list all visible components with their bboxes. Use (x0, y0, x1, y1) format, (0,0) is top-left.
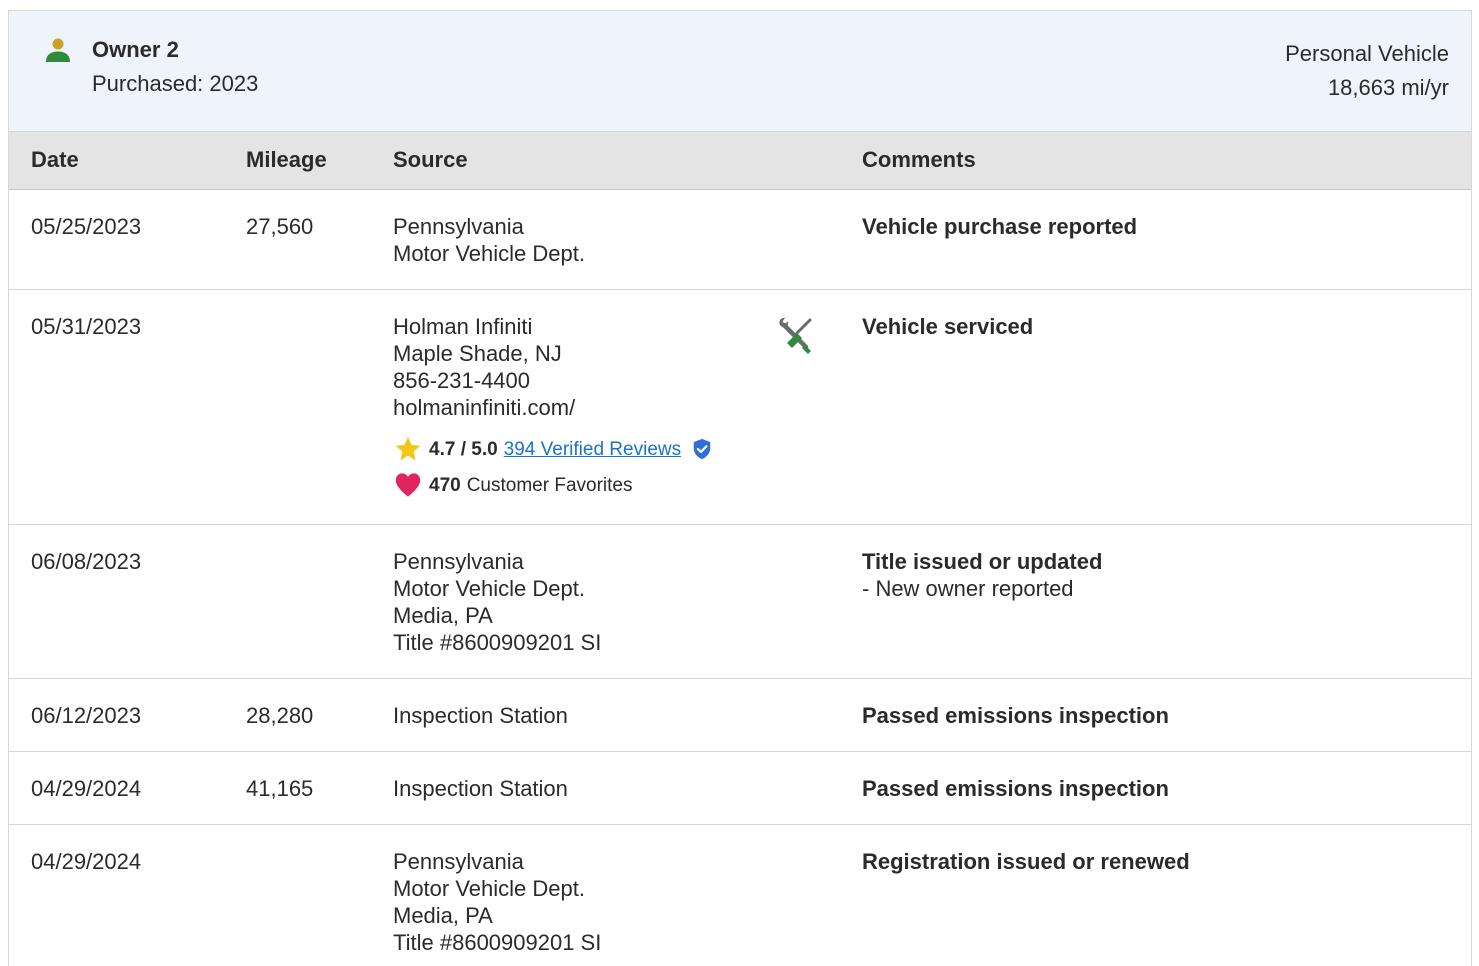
owner-name: Owner 2 (92, 37, 179, 62)
source-line: Motor Vehicle Dept. (393, 876, 585, 901)
comment-title: Passed emissions inspection (862, 776, 1169, 801)
row-comments: Title issued or updated - New owner repo… (862, 548, 1102, 602)
row-source: Inspection Station (393, 775, 568, 802)
header-comments: Comments (862, 147, 976, 172)
row-mileage: 41,165 (246, 776, 314, 801)
row-comments: Registration issued or renewed (862, 848, 1190, 875)
header-source: Source (393, 147, 468, 172)
dealer-website: holmaninfiniti.com/ (393, 395, 576, 420)
row-date: 04/29/2024 (31, 849, 142, 874)
header-date: Date (31, 147, 79, 172)
owner-purchased-year: Purchased: 2023 (92, 71, 259, 96)
source-line: Pennsylvania (393, 214, 524, 239)
dealer-phone: 856-231-4400 (393, 368, 531, 393)
customer-favorites: 470 Customer Favorites (393, 471, 713, 499)
comment-title: Vehicle purchase reported (862, 214, 1138, 239)
source-line: Inspection Station (393, 703, 568, 728)
vehicle-type: Personal Vehicle (1285, 41, 1449, 66)
row-comments: Passed emissions inspection (862, 702, 1169, 729)
row-comments: Vehicle purchase reported (862, 213, 1137, 240)
row-source: Pennsylvania Motor Vehicle Dept. Media, … (393, 548, 601, 656)
row-source: Pennsylvania Motor Vehicle Dept. Media, … (393, 848, 601, 956)
source-line: Inspection Station (393, 776, 568, 801)
table-row: 05/31/2023 Holman Infiniti Maple Shade, … (9, 290, 1471, 525)
source-line: Media, PA (393, 903, 493, 928)
star-icon (395, 436, 421, 461)
row-date: 05/31/2023 (31, 314, 142, 339)
source-line: Title #8600909201 SI (393, 630, 602, 655)
source-line: Motor Vehicle Dept. (393, 576, 585, 601)
source-line: Pennsylvania (393, 549, 524, 574)
comment-title: Registration issued or renewed (862, 849, 1190, 874)
row-mileage: 27,560 (246, 214, 314, 239)
row-date: 05/25/2023 (31, 214, 142, 239)
table-header: Date Mileage Source Comments (9, 132, 1471, 190)
source-line: Media, PA (393, 603, 493, 628)
table-row: 06/12/2023 28,280 Inspection Station Pas… (9, 679, 1471, 752)
favorites-count: 470 (429, 474, 461, 496)
dealer-location: Maple Shade, NJ (393, 341, 562, 366)
verified-shield-icon (693, 438, 711, 460)
source-line: Motor Vehicle Dept. (393, 241, 585, 266)
dealer-name: Holman Infiniti (393, 314, 533, 339)
row-comments: Vehicle serviced (862, 313, 1033, 340)
row-date: 06/08/2023 (31, 549, 142, 574)
row-source: Inspection Station (393, 702, 568, 729)
owner-header: Owner 2 Purchased: 2023 Personal Vehicle… (9, 11, 1471, 132)
row-mileage: 28,280 (246, 703, 314, 728)
owner-usage: Personal Vehicle 18,663 mi/yr (1285, 37, 1449, 105)
tools-icon (779, 317, 812, 354)
comment-title: Vehicle serviced (862, 314, 1034, 339)
comment-detail: - New owner reported (862, 576, 1074, 601)
source-line: Title #8600909201 SI (393, 930, 602, 955)
row-date: 04/29/2024 (31, 776, 142, 801)
table-row: 04/29/2024 Pennsylvania Motor Vehicle De… (9, 825, 1471, 966)
table-row: 06/08/2023 Pennsylvania Motor Vehicle De… (9, 525, 1471, 679)
table-row: 05/25/2023 27,560 Pennsylvania Motor Veh… (9, 190, 1471, 290)
verified-reviews-link[interactable]: 394 Verified Reviews (504, 436, 681, 463)
source-line: Pennsylvania (393, 849, 524, 874)
favorites-label: Customer Favorites (466, 474, 633, 496)
row-comments: Passed emissions inspection (862, 775, 1169, 802)
owner-history-card: Owner 2 Purchased: 2023 Personal Vehicle… (8, 10, 1472, 966)
dealer-rating: 4.7 / 5.0 394 Verified Reviews (393, 435, 713, 463)
comment-title: Title issued or updated (862, 549, 1103, 574)
comment-title: Passed emissions inspection (862, 703, 1169, 728)
mileage-per-year: 18,663 mi/yr (1327, 75, 1449, 100)
row-source: Pennsylvania Motor Vehicle Dept. (393, 213, 585, 267)
rating-score: 4.7 / 5.0 (429, 438, 498, 460)
row-date: 06/12/2023 (31, 703, 142, 728)
person-icon (46, 38, 70, 62)
row-source: Holman Infiniti Maple Shade, NJ 856-231-… (393, 313, 713, 499)
heart-icon (395, 473, 421, 497)
header-mileage: Mileage (246, 147, 327, 172)
table-row: 04/29/2024 41,165 Inspection Station Pas… (9, 752, 1471, 825)
